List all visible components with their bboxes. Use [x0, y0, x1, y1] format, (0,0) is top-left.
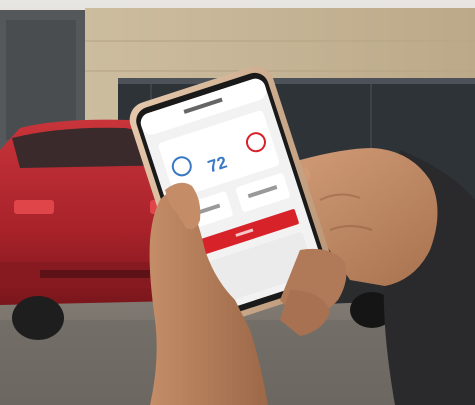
- scene-illustration: [0, 0, 475, 405]
- photo-scene: 72: [0, 0, 475, 405]
